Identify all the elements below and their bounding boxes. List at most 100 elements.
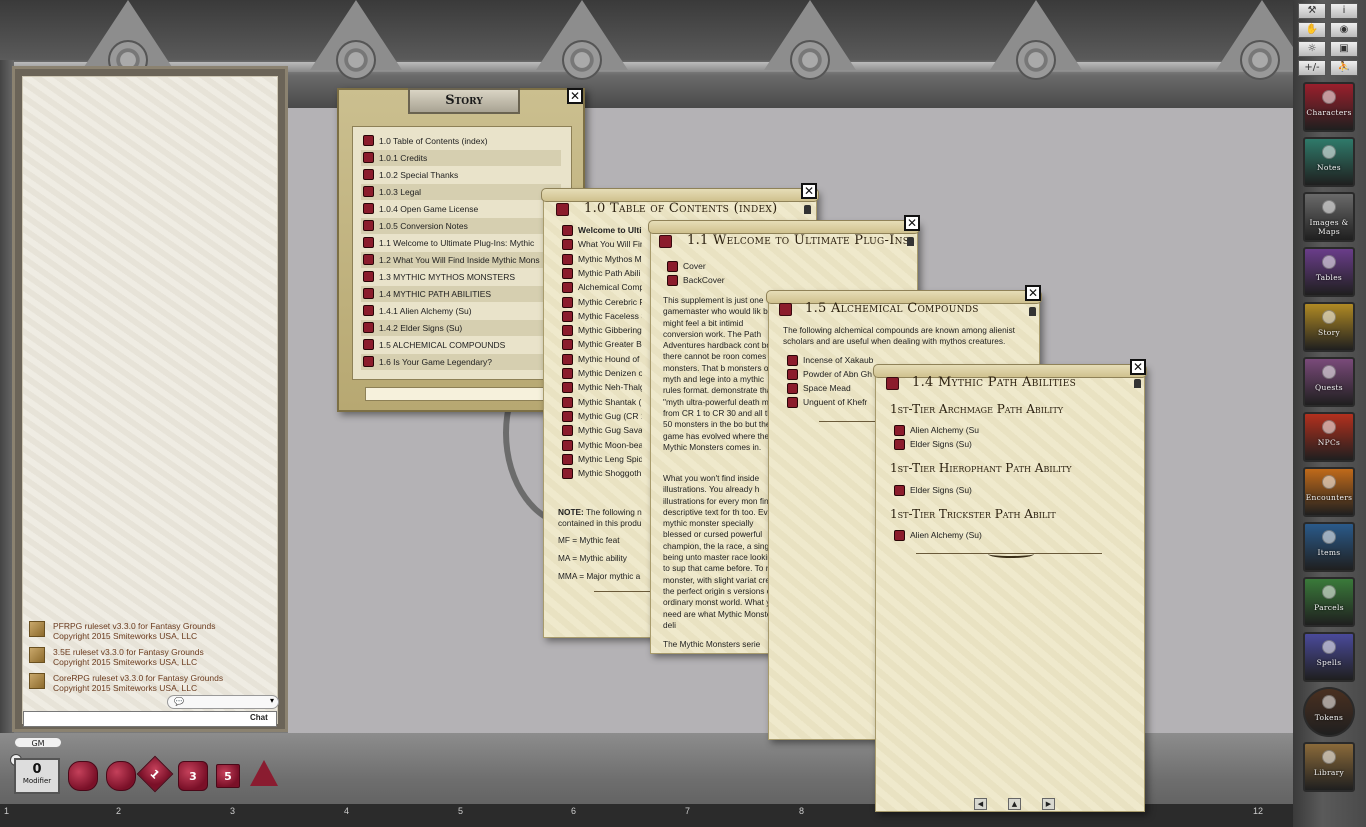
toc-link[interactable]: Mythic Shoggoth xyxy=(562,467,642,481)
sidebar-button-encounters[interactable]: Encounters xyxy=(1303,467,1355,517)
link-icon xyxy=(894,485,905,496)
prev-page-button[interactable]: ◀ xyxy=(974,798,987,810)
hand-button[interactable]: ✋ xyxy=(1298,22,1326,38)
toc-link[interactable]: Mythic Shantak ( xyxy=(562,396,642,410)
package-icon xyxy=(29,673,45,689)
story-list-item[interactable]: 1.4 MYTHIC PATH ABILITIES xyxy=(361,286,561,302)
mythic-path-window[interactable]: ✕ 1.4 Mythic Path Abilities 1st-Tier Arc… xyxy=(873,359,1147,812)
story-list-item[interactable]: 1.1 Welcome to Ultimate Plug-Ins: Mythic xyxy=(361,235,561,251)
sidebar-button-tokens[interactable]: Tokens xyxy=(1303,687,1355,737)
d20-die-icon[interactable] xyxy=(68,761,98,791)
toc-link[interactable]: Mythic Denizen o xyxy=(562,367,642,381)
link-icon xyxy=(562,225,573,236)
lock-icon[interactable] xyxy=(1029,307,1036,316)
story-list-item[interactable]: 1.0.5 Conversion Notes xyxy=(361,218,561,234)
story-list-item[interactable]: 1.0.4 Open Game License xyxy=(361,201,561,217)
daylight-button[interactable]: ☼ xyxy=(1298,41,1326,57)
link-backcover[interactable]: BackCover xyxy=(667,274,787,288)
sidebar-button-spells[interactable]: Spells xyxy=(1303,632,1355,682)
lock-icon[interactable] xyxy=(804,205,811,214)
close-icon[interactable]: ✕ xyxy=(567,88,583,104)
next-page-button[interactable]: ▶ xyxy=(1042,798,1055,810)
sidebar-button-notes[interactable]: Notes xyxy=(1303,137,1355,187)
close-icon[interactable]: ✕ xyxy=(1025,285,1041,301)
chat-mode-dropdown[interactable]: 💬 ▾ xyxy=(167,695,279,709)
compound-item[interactable]: Unguent of Khefr xyxy=(787,396,883,410)
window-title: 1.0 Table of Contents (index) xyxy=(584,201,778,216)
chevron-down-icon: ▾ xyxy=(269,696,274,705)
sidebar-button-label: Tables xyxy=(1315,273,1343,282)
chat-send-button[interactable]: Chat xyxy=(250,713,268,722)
info-button[interactable]: i xyxy=(1330,3,1358,19)
toc-link[interactable]: Mythic Cerebric F xyxy=(562,296,642,310)
abbr-ma: MA = Mythic ability xyxy=(558,553,627,563)
divider xyxy=(819,421,879,422)
toc-link[interactable]: Mythic Gug (CR 1 xyxy=(562,410,642,424)
compound-item[interactable]: Incense of Xakaub xyxy=(787,354,883,368)
close-icon[interactable]: ✕ xyxy=(1130,359,1146,375)
sidebar-button-images-maps[interactable]: Images & Maps xyxy=(1303,192,1355,242)
story-list-item-label: 1.4.2 Elder Signs (Su) xyxy=(379,323,463,333)
story-list-item[interactable]: 1.0.3 Legal xyxy=(361,184,561,200)
story-list-item[interactable]: 1.4.2 Elder Signs (Su) xyxy=(361,320,561,336)
toc-link[interactable]: Mythic Hound of xyxy=(562,353,642,367)
d8-die-icon[interactable]: 3 xyxy=(178,761,208,791)
hotkey-number: 4 xyxy=(344,806,350,816)
story-list-item[interactable]: 1.6 Is Your Game Legendary? xyxy=(361,354,561,370)
link-icon xyxy=(562,325,573,337)
window-button[interactable]: ▣ xyxy=(1330,41,1358,57)
toc-link[interactable]: Mythic Faceless S xyxy=(562,310,642,324)
ability-link[interactable]: Alien Alchemy (Su xyxy=(894,424,994,438)
story-list-item[interactable]: 1.0.2 Special Thanks xyxy=(361,167,561,183)
toc-link[interactable]: Mythic Neh-Thalg xyxy=(562,381,642,395)
toc-link[interactable]: What You Will Fin xyxy=(562,238,642,252)
d4-die-icon[interactable] xyxy=(250,760,278,786)
character-button[interactable]: ⛹ xyxy=(1330,60,1358,76)
toc-link[interactable]: Mythic Gibbering xyxy=(562,324,642,338)
chat-input[interactable] xyxy=(23,711,277,727)
story-filter-input[interactable] xyxy=(365,387,573,401)
sidebar-button-library[interactable]: Library xyxy=(1303,742,1355,792)
story-list-item[interactable]: 1.3 MYTHIC MYTHOS MONSTERS xyxy=(361,269,561,285)
link-icon xyxy=(894,439,905,450)
sidebar-button-quests[interactable]: Quests xyxy=(1303,357,1355,407)
sidebar-button-characters[interactable]: Characters xyxy=(1303,82,1355,132)
close-icon[interactable]: ✕ xyxy=(801,183,817,199)
story-list-item[interactable]: 1.4.1 Alien Alchemy (Su) xyxy=(361,303,561,319)
d12-die-icon[interactable] xyxy=(106,761,136,791)
story-list-item[interactable]: 1.5 ALCHEMICAL COMPOUNDS xyxy=(361,337,561,353)
lock-icon[interactable] xyxy=(1134,379,1141,388)
toc-link[interactable]: Alchemical Comp xyxy=(562,281,642,295)
toc-link[interactable]: Mythic Gug Savar xyxy=(562,424,642,438)
sidebar-button-parcels[interactable]: Parcels xyxy=(1303,577,1355,627)
ability-link[interactable]: Elder Signs (Su) xyxy=(894,484,994,498)
sidebar-button-tables[interactable]: Tables xyxy=(1303,247,1355,297)
story-list-item[interactable]: 1.0.1 Credits xyxy=(361,150,561,166)
lighting-button[interactable]: ◉ xyxy=(1330,22,1358,38)
story-list-item[interactable]: 1.2 What You Will Find Inside Mythic Mon… xyxy=(361,252,561,268)
compound-item[interactable]: Powder of Abn Gh xyxy=(787,368,883,382)
up-page-button[interactable]: ▲ xyxy=(1008,798,1021,810)
sidebar-button-npcs[interactable]: NPCs xyxy=(1303,412,1355,462)
toc-link[interactable]: Mythic Greater B xyxy=(562,338,642,352)
lock-icon[interactable] xyxy=(907,237,914,246)
compound-item[interactable]: Space Mead xyxy=(787,382,883,396)
link-cover[interactable]: Cover xyxy=(667,260,787,274)
toc-link[interactable]: Mythic Path Abili xyxy=(562,267,642,281)
modifier-box[interactable]: 0 Modifier xyxy=(14,758,60,794)
toc-link[interactable]: Mythic Moon-bea xyxy=(562,439,642,453)
ability-link[interactable]: Elder Signs (Su) xyxy=(894,438,994,452)
modifier-toggle-button[interactable]: +/- xyxy=(1298,60,1326,76)
toc-link[interactable]: Welcome to Ultim xyxy=(562,224,642,238)
close-icon[interactable]: ✕ xyxy=(904,215,920,231)
d6-die-icon[interactable]: 5 xyxy=(216,764,240,788)
story-list-item-label: 1.6 Is Your Game Legendary? xyxy=(379,357,492,367)
chat-log[interactable]: PFRPG ruleset v3.3.0 for Fantasy Grounds… xyxy=(22,76,278,724)
story-list-item[interactable]: 1.0 Table of Contents (index) xyxy=(361,133,561,149)
toc-link[interactable]: Mythic Leng Spid xyxy=(562,453,642,467)
ability-link[interactable]: Alien Alchemy (Su) xyxy=(894,529,994,543)
tools-button[interactable]: ⚒ xyxy=(1298,3,1326,19)
toc-link[interactable]: Mythic Mythos M xyxy=(562,253,642,267)
sidebar-button-items[interactable]: Items xyxy=(1303,522,1355,572)
sidebar-button-story[interactable]: Story xyxy=(1303,302,1355,352)
